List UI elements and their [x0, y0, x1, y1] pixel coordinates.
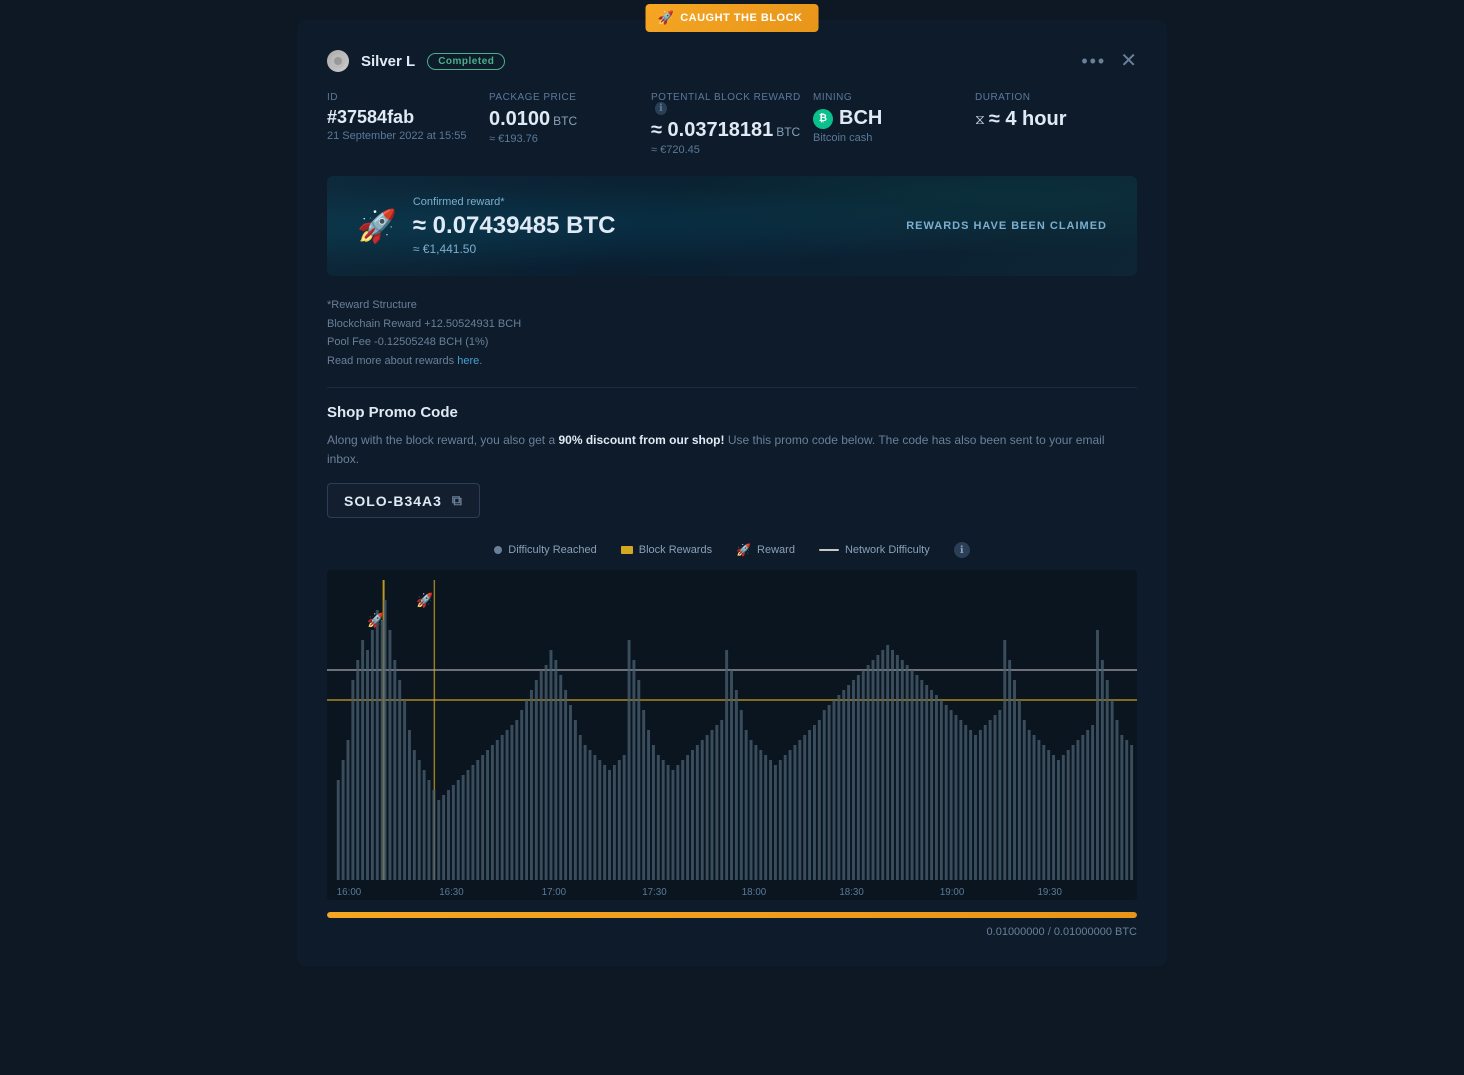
badge-text: Caught the BLOCK [680, 12, 802, 24]
block-rewards-label: Block Rewards [639, 544, 712, 556]
pool-fee: Pool Fee -0.12505248 BCH (1%) [327, 333, 1137, 352]
mining-name: Bitcoin cash [813, 132, 975, 144]
blockchain-reward: Blockchain Reward +12.50524931 BCH [327, 315, 1137, 334]
svg-text:18:00: 18:00 [742, 887, 767, 898]
account-name: Silver L [361, 53, 415, 70]
account-icon [327, 50, 349, 72]
read-more-link[interactable]: here [457, 355, 479, 367]
promo-section: Shop Promo Code Along with the block rew… [327, 404, 1137, 542]
promo-title: Shop Promo Code [327, 404, 1137, 421]
reward-confirmed-label: Confirmed reward* [413, 196, 616, 208]
status-badge: Completed [427, 53, 505, 70]
reward-structure-section: *Reward Structure Blockchain Reward +12.… [327, 296, 1137, 371]
promo-code-text: SOLO-B34A3 [344, 493, 442, 509]
difficulty-reached-dot [494, 546, 502, 554]
header-right: ••• ✕ [1081, 51, 1137, 72]
reward-label: Reward [757, 544, 795, 556]
main-modal: 🚀 Caught the BLOCK Silver L Completed ••… [297, 20, 1167, 966]
info-col-duration: Duration ⧖ ≈ 4 hour [975, 92, 1137, 156]
reward-info: Confirmed reward* ≈ 0.07439485 BTC ≈ €1,… [413, 196, 616, 256]
header-left: Silver L Completed [327, 50, 505, 72]
package-label: Package Price [489, 92, 651, 103]
bch-icon: ₿ [813, 109, 833, 129]
progress-bar-inner [327, 912, 1137, 918]
read-more-text: Read more about rewards here. [327, 352, 1137, 371]
reward-amount: ≈ 0.07439485 BTC [413, 212, 616, 240]
svg-text:🚀: 🚀 [416, 592, 433, 609]
svg-text:17:30: 17:30 [642, 887, 667, 898]
mining-currency-row: ₿ BCH [813, 107, 975, 130]
more-options-button[interactable]: ••• [1081, 51, 1106, 72]
id-value: #37584fab [327, 107, 489, 128]
svg-text:16:00: 16:00 [337, 887, 362, 898]
duration-value-row: ⧖ ≈ 4 hour [975, 107, 1137, 131]
svg-text:19:30: 19:30 [1037, 887, 1062, 898]
svg-text:18:30: 18:30 [839, 887, 864, 898]
potential-info-icon[interactable]: ℹ [655, 102, 667, 115]
chart-info-icon[interactable]: ℹ [954, 542, 970, 558]
reward-banner: 🚀 Confirmed reward* ≈ 0.07439485 BTC ≈ €… [327, 176, 1137, 276]
progress-bar-outer [327, 912, 1137, 918]
reward-rocket-icon: 🚀 [357, 207, 397, 245]
info-grid: ID #37584fab 21 September 2022 at 15:55 … [327, 92, 1137, 156]
mining-label: Mining [813, 92, 975, 103]
caught-block-badge: 🚀 Caught the BLOCK [646, 4, 819, 32]
svg-text:19:00: 19:00 [940, 887, 965, 898]
close-button[interactable]: ✕ [1120, 51, 1137, 71]
svg-text:🚀: 🚀 [367, 612, 384, 629]
legend-reward: 🚀 Reward [736, 543, 795, 557]
progress-section: 0.01000000 / 0.01000000 BTC [327, 900, 1137, 946]
promo-code-box: SOLO-B34A3 ⧉ [327, 483, 480, 518]
promo-description: Along with the block reward, you also ge… [327, 431, 1137, 469]
svg-text:16:30: 16:30 [439, 887, 464, 898]
svg-text:17:00: 17:00 [542, 887, 567, 898]
network-difficulty-label: Network Difficulty [845, 544, 930, 556]
reward-structure-title: *Reward Structure [327, 296, 1137, 315]
block-rewards-rect [621, 546, 633, 554]
reward-claimed-label: REWARDS HAVE BEEN CLAIMED [906, 220, 1107, 232]
network-difficulty-line [819, 549, 839, 551]
potential-value: ≈ 0.03718181BTC [651, 118, 813, 142]
legend-difficulty-reached: Difficulty Reached [494, 544, 596, 556]
package-eur: ≈ €193.76 [489, 133, 651, 145]
id-label: ID [327, 92, 489, 103]
info-col-id: ID #37584fab 21 September 2022 at 15:55 [327, 92, 489, 156]
copy-icon[interactable]: ⧉ [452, 492, 463, 509]
chart-container: 🚀 🚀 16:00 16:30 17:00 17:30 18:00 18:30 … [327, 570, 1137, 900]
info-col-package: Package Price 0.0100BTC ≈ €193.76 [489, 92, 651, 156]
duration-label: Duration [975, 92, 1137, 103]
potential-eur: ≈ €720.45 [651, 144, 813, 156]
modal-header: Silver L Completed ••• ✕ [327, 50, 1137, 72]
info-col-mining: Mining ₿ BCH Bitcoin cash [813, 92, 975, 156]
potential-label: Potential Block Reward ℹ [651, 92, 813, 114]
progress-label: 0.01000000 / 0.01000000 BTC [327, 926, 1137, 938]
info-col-potential: Potential Block Reward ℹ ≈ 0.03718181BTC… [651, 92, 813, 156]
legend-block-rewards: Block Rewards [621, 544, 712, 556]
chart-svg: 🚀 🚀 16:00 16:30 17:00 17:30 18:00 18:30 … [327, 580, 1137, 900]
duration-value: ≈ 4 hour [989, 107, 1067, 131]
reward-rocket-legend-icon: 🚀 [736, 543, 751, 557]
hourglass-icon: ⧖ [975, 111, 985, 128]
package-value: 0.0100BTC [489, 107, 651, 131]
difficulty-reached-label: Difficulty Reached [508, 544, 596, 556]
reward-eur: ≈ €1,441.50 [413, 242, 616, 256]
id-date: 21 September 2022 at 15:55 [327, 130, 489, 142]
reward-left: 🚀 Confirmed reward* ≈ 0.07439485 BTC ≈ €… [357, 196, 615, 256]
badge-rocket-icon: 🚀 [658, 10, 675, 26]
legend-network-difficulty: Network Difficulty [819, 544, 930, 556]
chart-legend: Difficulty Reached Block Rewards 🚀 Rewar… [327, 542, 1137, 558]
mining-currency: BCH [839, 107, 882, 130]
divider-1 [327, 387, 1137, 388]
